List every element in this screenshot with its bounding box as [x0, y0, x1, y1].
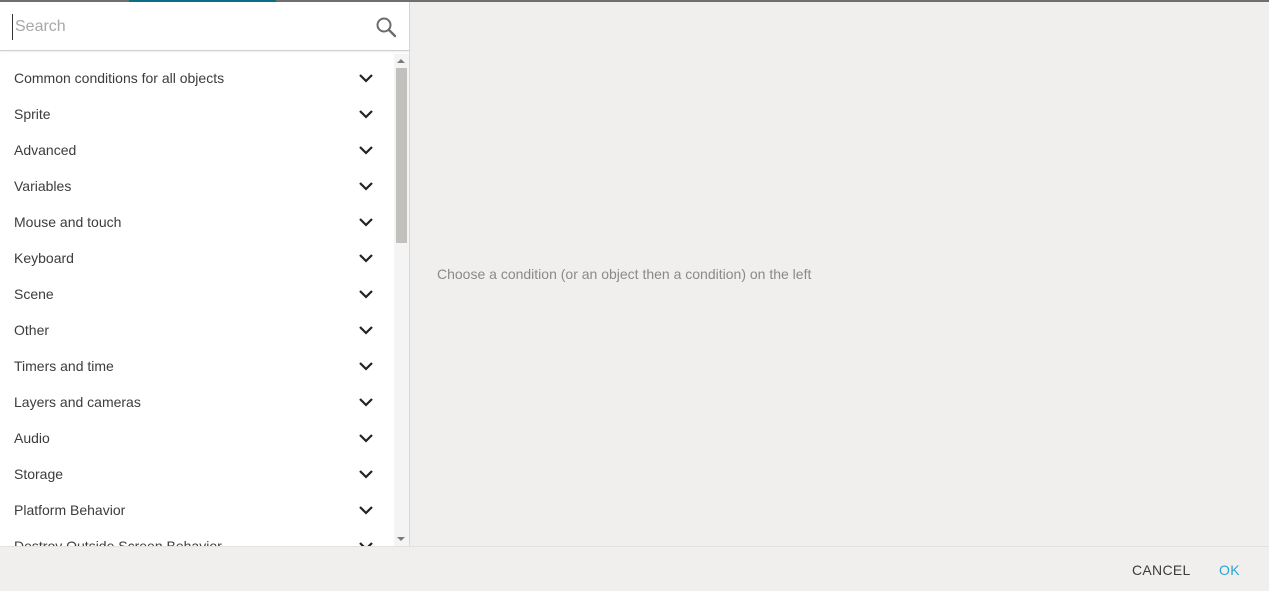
chevron-down-icon: [358, 395, 374, 409]
list-item-label: Keyboard: [14, 250, 74, 266]
list-item-label: Scene: [14, 286, 54, 302]
search-bar: [0, 2, 409, 51]
conditions-list-pane: Common conditions for all objects Sprite…: [0, 2, 410, 546]
list-item-label: Timers and time: [14, 358, 114, 374]
scrollbar-thumb[interactable]: [396, 68, 407, 243]
condition-editor-dialog: Common conditions for all objects Sprite…: [0, 0, 1269, 591]
chevron-down-icon: [358, 467, 374, 481]
list-item-label: Other: [14, 322, 50, 338]
chevron-down-icon: [358, 431, 374, 445]
chevron-down-icon: [358, 287, 374, 301]
chevron-down-icon: [358, 539, 374, 546]
list-item-label: Layers and cameras: [14, 394, 141, 410]
list-item-label: Storage: [14, 466, 64, 482]
chevron-down-icon: [358, 71, 374, 85]
list-item-audio[interactable]: Audio: [0, 420, 394, 456]
chevron-down-icon: [358, 215, 374, 229]
chevron-down-icon: [358, 359, 374, 373]
chevron-down-icon: [358, 323, 374, 337]
list-item-platform-behavior[interactable]: Platform Behavior: [0, 492, 394, 528]
list-item-label: Variables: [14, 178, 72, 194]
list-item-destroy-outside-screen-behavior[interactable]: Destroy Outside Screen Behavior: [0, 528, 394, 546]
cancel-button[interactable]: CANCEL: [1132, 562, 1191, 578]
list-item-storage[interactable]: Storage: [0, 456, 394, 492]
list-item-variables[interactable]: Variables: [0, 168, 394, 204]
list-item-mouse-and-touch[interactable]: Mouse and touch: [0, 204, 394, 240]
list-item-label: Advanced: [14, 142, 77, 158]
list-item-timers-and-time[interactable]: Timers and time: [0, 348, 394, 384]
chevron-down-icon: [358, 179, 374, 193]
list-item-other[interactable]: Other: [0, 312, 394, 348]
list-item-scene[interactable]: Scene: [0, 276, 394, 312]
list-item-label: Mouse and touch: [14, 214, 122, 230]
list-item-common-conditions[interactable]: Common conditions for all objects: [0, 60, 394, 96]
scroll-up-arrow-icon[interactable]: [397, 59, 405, 63]
scroll-down-arrow-icon[interactable]: [397, 537, 405, 541]
condition-groups-list: Common conditions for all objects Sprite…: [0, 54, 394, 546]
list-scrollbar[interactable]: [394, 54, 409, 546]
search-input[interactable]: [12, 14, 355, 40]
list-item-keyboard[interactable]: Keyboard: [0, 240, 394, 276]
chevron-down-icon: [358, 251, 374, 265]
chevron-down-icon: [358, 143, 374, 157]
empty-state-hint: Choose a condition (or an object then a …: [437, 266, 812, 282]
list-item-layers-and-cameras[interactable]: Layers and cameras: [0, 384, 394, 420]
ok-button[interactable]: OK: [1219, 562, 1240, 578]
list-item-label: Destroy Outside Screen Behavior: [14, 538, 222, 546]
list-item-advanced[interactable]: Advanced: [0, 132, 394, 168]
list-item-label: Common conditions for all objects: [14, 70, 225, 86]
list-item-label: Platform Behavior: [14, 502, 126, 518]
list-item-sprite[interactable]: Sprite: [0, 96, 394, 132]
condition-details-pane: Choose a condition (or an object then a …: [411, 2, 1267, 546]
chevron-down-icon: [358, 503, 374, 517]
list-item-label: Sprite: [14, 106, 51, 122]
list-item-label: Audio: [14, 430, 50, 446]
dialog-footer: CANCEL OK: [0, 546, 1269, 591]
chevron-down-icon: [358, 107, 374, 121]
search-icon[interactable]: [375, 16, 397, 38]
